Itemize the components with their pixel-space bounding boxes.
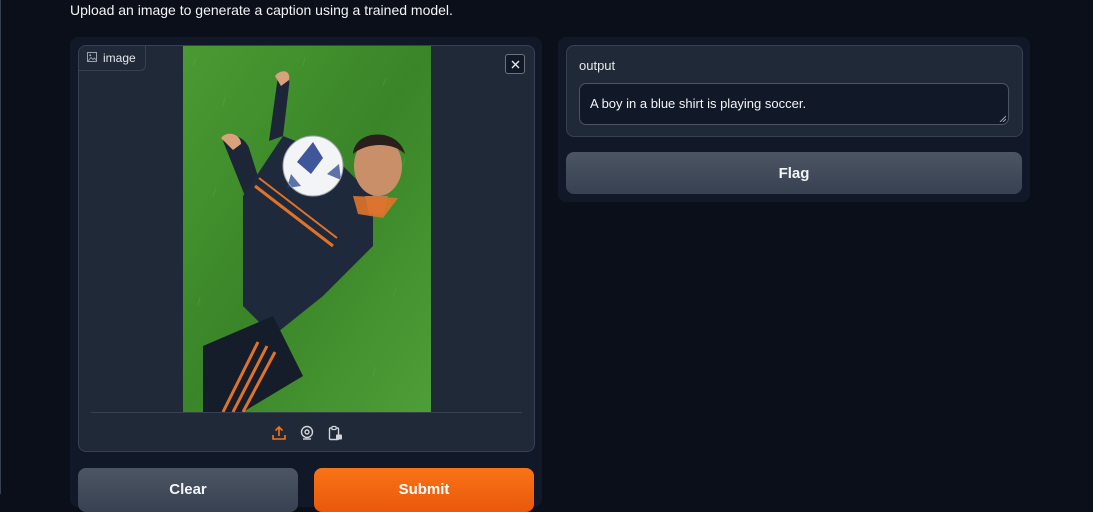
toolbar-divider <box>91 412 522 413</box>
image-label-text: image <box>103 51 136 65</box>
clear-button[interactable]: Clear <box>78 468 298 512</box>
output-block: output A boy in a blue shirt is playing … <box>566 45 1023 137</box>
output-textbox[interactable]: A boy in a blue shirt is playing soccer. <box>579 83 1009 125</box>
output-panel: output A boy in a blue shirt is playing … <box>558 37 1030 202</box>
image-input-label: image <box>79 46 146 71</box>
output-text: A boy in a blue shirt is playing soccer. <box>590 96 807 111</box>
flag-button[interactable]: Flag <box>566 152 1022 194</box>
image-input[interactable]: image <box>78 45 535 452</box>
close-icon[interactable] <box>505 54 525 74</box>
uploaded-image <box>183 46 431 412</box>
window-edge <box>0 0 1 494</box>
image-icon <box>87 51 97 65</box>
clipboard-icon[interactable] <box>327 425 343 441</box>
webcam-icon[interactable] <box>299 425 315 441</box>
upload-icon[interactable] <box>271 425 287 441</box>
image-source-toolbar <box>79 422 534 444</box>
resize-handle-icon[interactable] <box>999 115 1006 122</box>
output-label: output <box>579 58 616 73</box>
submit-button[interactable]: Submit <box>314 468 534 512</box>
app-description: Upload an image to generate a caption us… <box>70 2 453 18</box>
input-panel: image Clear Submit <box>70 37 542 512</box>
